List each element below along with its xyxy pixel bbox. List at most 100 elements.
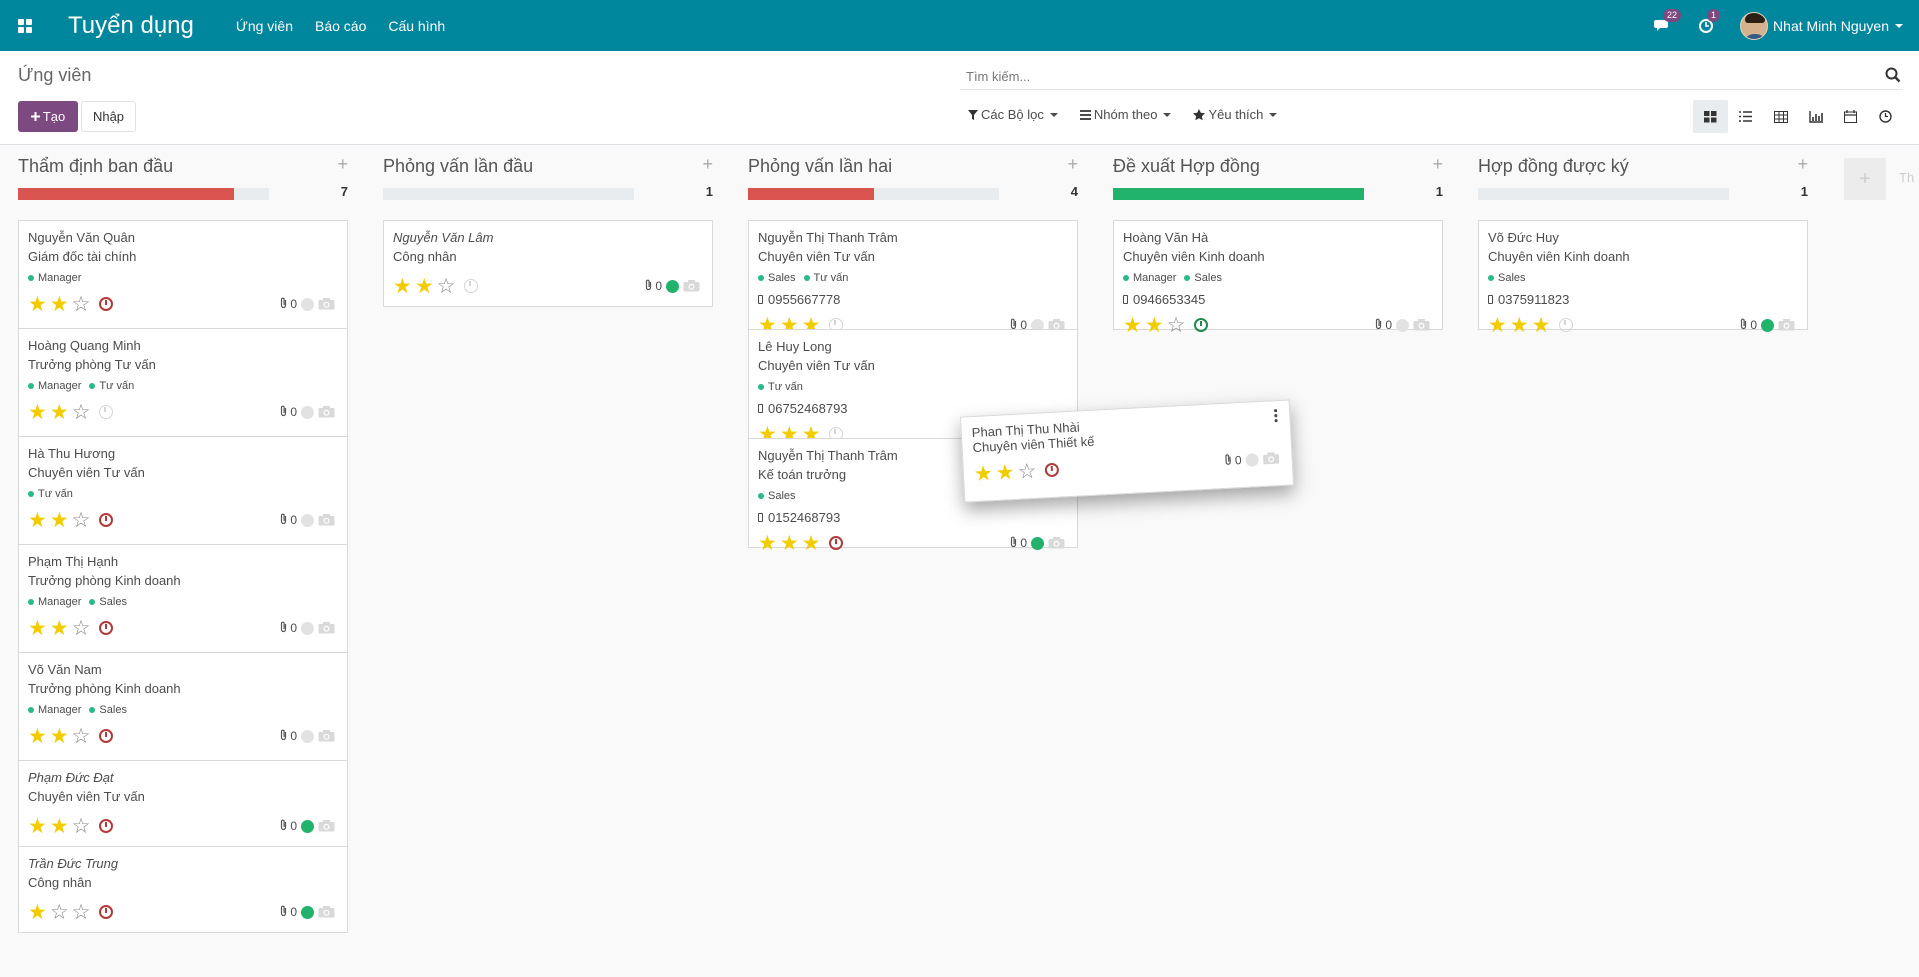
priority-star-icon[interactable]: ☆ (437, 276, 456, 297)
activity-clock-icon[interactable] (829, 536, 844, 550)
kanban-state-dot[interactable] (301, 513, 314, 527)
priority-star-icon[interactable]: ★ (50, 726, 69, 747)
column-quick-create-button[interactable]: + (702, 154, 713, 175)
priority-star-icon[interactable]: ★ (802, 533, 821, 554)
activity-clock-icon[interactable] (99, 513, 114, 527)
kanban-state-dot[interactable] (1245, 452, 1259, 467)
pivot-view-icon[interactable] (1763, 100, 1798, 133)
kanban-card[interactable]: Võ Văn Nam Trưởng phòng Kinh doanh Manager… (18, 652, 348, 761)
priority-star-icon[interactable]: ★ (973, 462, 993, 486)
column-progress-bar[interactable] (1113, 188, 1364, 200)
kanban-card[interactable]: Võ Đức Huy Chuyên viên Kinh doanh Sales 037… (1478, 220, 1808, 336)
kanban-card[interactable]: Hà Thu Hương Chuyên viên Tư vấn Tư vấn ★ ★ ☆ 0 (18, 436, 348, 545)
priority-star-icon[interactable]: ★ (28, 510, 47, 531)
activity-clock-icon[interactable] (1559, 318, 1574, 332)
priority-star-icon[interactable]: ★ (780, 533, 799, 554)
kanban-state-dot[interactable] (301, 621, 314, 635)
activity-clock-icon[interactable] (1194, 318, 1209, 332)
menu-item-configuration[interactable]: Cấu hình (388, 18, 445, 34)
priority-star-icon[interactable]: ☆ (72, 402, 91, 423)
activity-clock-icon[interactable] (99, 621, 114, 635)
activity-clock-icon[interactable] (99, 405, 114, 419)
column-progress-bar[interactable] (748, 188, 999, 200)
create-button[interactable]: Tạo (18, 101, 78, 132)
kanban-card[interactable]: Hoàng Quang Minh Trưởng phòng Tư vấn Manag… (18, 328, 348, 437)
groupby-dropdown[interactable]: Nhóm theo (1079, 107, 1172, 122)
priority-star-icon[interactable]: ★ (50, 402, 69, 423)
kanban-state-dot[interactable] (301, 729, 314, 743)
kanban-card[interactable]: Trần Đức Trung Công nhân ★ ☆ ☆ 0 (18, 846, 348, 933)
dragged-kanban-card[interactable]: Phan Thị Thu Nhài Chuyên viên Thiết kế ★… (959, 399, 1295, 503)
kanban-state-dot[interactable] (301, 297, 314, 311)
favorites-dropdown[interactable]: Yêu thích (1193, 107, 1278, 122)
card-menu-icon[interactable] (1274, 409, 1278, 423)
kanban-card[interactable]: Phạm Thị Hạnh Trưởng phòng Kinh doanh Mana… (18, 544, 348, 653)
search-input[interactable] (960, 64, 1860, 88)
priority-star-icon[interactable]: ★ (1488, 315, 1507, 336)
priority-star-icon[interactable]: ☆ (72, 294, 91, 315)
column-progress-bar[interactable] (18, 188, 269, 200)
search-icon[interactable] (1885, 67, 1901, 86)
column-quick-create-button[interactable]: + (1067, 154, 1078, 175)
priority-star-icon[interactable]: ★ (28, 816, 47, 837)
column-title[interactable]: Phỏng vấn lần đầu (383, 156, 533, 177)
kanban-state-dot[interactable] (301, 819, 314, 833)
priority-star-icon[interactable]: ★ (758, 533, 777, 554)
priority-star-icon[interactable]: ★ (28, 726, 47, 747)
activity-clock-icon[interactable] (1045, 462, 1060, 478)
priority-star-icon[interactable]: ☆ (72, 510, 91, 531)
kanban-state-dot[interactable] (1396, 318, 1409, 332)
activity-clock-icon[interactable] (464, 279, 479, 293)
priority-star-icon[interactable]: ★ (28, 902, 47, 923)
priority-star-icon[interactable]: ★ (28, 618, 47, 639)
kanban-card[interactable]: Hoàng Văn Hà Chuyên viên Kinh doanh Manage… (1113, 220, 1443, 336)
column-title[interactable]: Phỏng vấn lần hai (748, 156, 892, 177)
column-progress-bar[interactable] (383, 188, 634, 200)
import-button[interactable]: Nhập (81, 101, 136, 132)
app-title[interactable]: Tuyển dụng (68, 12, 194, 40)
activity-clock-icon[interactable] (99, 819, 114, 833)
priority-star-icon[interactable]: ☆ (72, 816, 91, 837)
kanban-state-dot[interactable] (1761, 318, 1774, 332)
priority-star-icon[interactable]: ★ (28, 402, 47, 423)
column-title[interactable]: Thẩm định ban đầu (18, 156, 173, 177)
column-quick-create-button[interactable]: + (1432, 154, 1443, 175)
progress-segment[interactable] (18, 188, 234, 200)
column-quick-create-button[interactable]: + (337, 154, 348, 175)
kanban-state-dot[interactable] (666, 279, 679, 293)
priority-star-icon[interactable]: ☆ (1167, 315, 1186, 336)
kanban-state-dot[interactable] (1031, 536, 1044, 550)
calendar-view-icon[interactable] (1833, 100, 1868, 133)
priority-star-icon[interactable]: ★ (50, 294, 69, 315)
priority-star-icon[interactable]: ★ (50, 510, 69, 531)
priority-star-icon[interactable]: ★ (28, 294, 47, 315)
column-title[interactable]: Hợp đồng được ký (1478, 156, 1629, 177)
column-quick-create-button[interactable]: + (1797, 154, 1808, 175)
menu-item-applicants[interactable]: Ứng viên (236, 18, 293, 34)
priority-star-icon[interactable]: ★ (1532, 315, 1551, 336)
apps-menu-icon[interactable] (0, 0, 50, 51)
progress-segment[interactable] (748, 188, 874, 200)
priority-star-icon[interactable]: ☆ (72, 726, 91, 747)
priority-star-icon[interactable]: ☆ (50, 902, 69, 923)
kanban-view-icon[interactable] (1693, 100, 1728, 133)
priority-star-icon[interactable]: ☆ (72, 618, 91, 639)
activities-clock-icon[interactable]: 1 (1696, 8, 1721, 36)
priority-star-icon[interactable]: ★ (995, 460, 1015, 484)
activity-clock-icon[interactable] (99, 905, 114, 919)
priority-star-icon[interactable]: ★ (50, 618, 69, 639)
add-column-button[interactable]: + (1844, 158, 1886, 200)
kanban-card[interactable]: Nguyễn Văn Quân Giám đốc tài chính Manager… (18, 220, 348, 329)
filters-dropdown[interactable]: Các Bộ lọc (968, 107, 1058, 122)
kanban-state-dot[interactable] (301, 905, 314, 919)
kanban-card[interactable]: Nguyễn Thị Thanh Trâm Chuyên viên Tư vấn S… (748, 220, 1078, 336)
priority-star-icon[interactable]: ★ (1123, 315, 1142, 336)
priority-star-icon[interactable]: ★ (1510, 315, 1529, 336)
priority-star-icon[interactable]: ★ (393, 276, 412, 297)
progress-segment[interactable] (1113, 188, 1364, 200)
activity-clock-icon[interactable] (99, 729, 114, 743)
priority-star-icon[interactable]: ★ (50, 816, 69, 837)
priority-star-icon[interactable]: ☆ (72, 902, 91, 923)
graph-view-icon[interactable] (1798, 100, 1833, 133)
kanban-card[interactable]: Phạm Đức Đạt Chuyên viên Tư vấn ★ ★ ☆ 0 (18, 760, 348, 847)
